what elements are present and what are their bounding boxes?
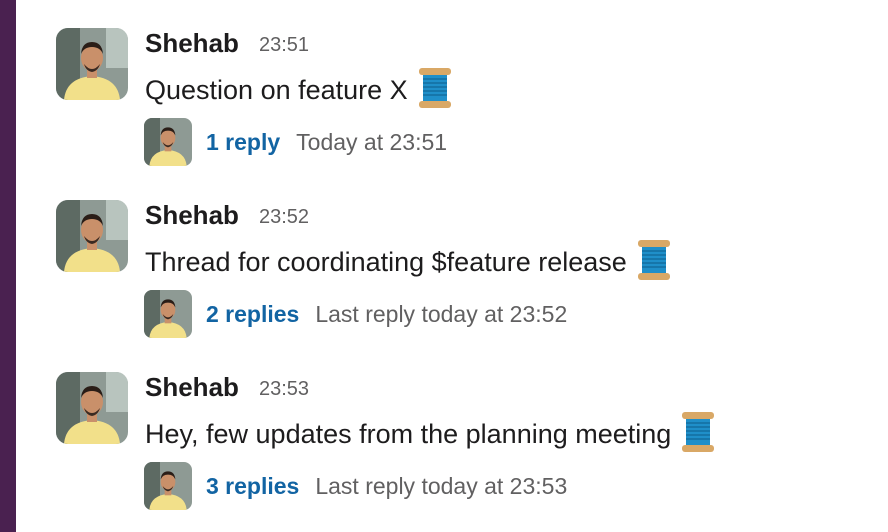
message-author[interactable]: Shehab [145,371,239,403]
message-author[interactable]: Shehab [145,199,239,231]
avatar-image [56,200,128,272]
thread-summary[interactable]: 3 replies Last reply today at 23:53 [144,462,567,510]
reply-avatar [144,118,192,166]
thread-spool-icon [418,68,451,108]
reply-avatar-image [144,290,192,338]
thread-spool-icon [637,240,670,280]
message-item[interactable]: Shehab 23:51 Question on feature X 1 rep… [56,28,876,188]
message-text: Thread for coordinating $feature release [145,247,627,277]
message-text: Question on feature X [145,75,408,105]
last-reply-time: Last reply today at 23:52 [315,300,568,327]
last-reply-time: Today at 23:51 [296,128,448,155]
avatar[interactable] [56,372,128,444]
avatar-image [56,28,128,100]
thread-spool-icon [682,412,715,452]
reply-avatar-image [144,462,192,510]
reply-avatar [144,290,192,338]
thread-summary[interactable]: 1 reply Today at 23:51 [144,118,447,166]
message-timestamp[interactable]: 23:51 [259,32,309,58]
message-text-row: Hey, few updates from the planning meeti… [145,412,715,453]
message-author[interactable]: Shehab [145,27,239,59]
reply-avatar-image [144,118,192,166]
reply-count-link[interactable]: 3 replies [206,473,299,500]
avatar[interactable] [56,28,128,100]
avatar[interactable] [56,200,128,272]
last-reply-time: Last reply today at 23:53 [315,472,568,499]
sidebar-edge [0,0,16,532]
message-timestamp[interactable]: 23:52 [259,204,309,230]
reply-count-link[interactable]: 1 reply [206,129,280,156]
message-item[interactable]: Shehab 23:52 Thread for coordinating $fe… [56,200,876,360]
message-text-row: Question on feature X [145,68,452,109]
avatar-image [56,372,128,444]
message-text: Hey, few updates from the planning meeti… [145,419,672,449]
thread-summary[interactable]: 2 replies Last reply today at 23:52 [144,290,567,338]
reply-avatar [144,462,192,510]
message-timestamp[interactable]: 23:53 [259,376,309,402]
reply-count-link[interactable]: 2 replies [206,301,299,328]
message-text-row: Thread for coordinating $feature release [145,240,671,281]
message-item[interactable]: Shehab 23:53 Hey, few updates from the p… [56,372,876,532]
